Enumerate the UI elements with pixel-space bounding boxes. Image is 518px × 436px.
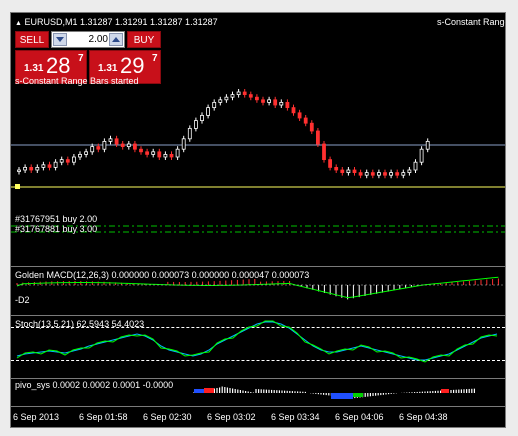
- candle-body: [53, 161, 58, 168]
- candle-body: [297, 112, 302, 119]
- candle-body: [108, 138, 113, 142]
- order-label-2: #31767881 buy 3.00: [15, 224, 98, 234]
- candle-body: [175, 148, 180, 158]
- candle-body: [90, 146, 95, 153]
- candle-body: [273, 99, 278, 106]
- candle-body: [193, 120, 198, 129]
- candle-body: [169, 153, 174, 158]
- candle-body: [309, 122, 314, 132]
- candle-body: [413, 161, 418, 171]
- pivot-green-block: [353, 393, 363, 397]
- mt4-window: ▲ EURUSD,M1 1.31287 1.31291 1.31287 1.31…: [0, 0, 518, 436]
- macd-histogram: [16, 276, 505, 300]
- time-label-3: 6 Sep 03:02: [207, 412, 256, 422]
- candle-body: [35, 166, 40, 171]
- candle-body: [291, 107, 296, 114]
- candle-body: [340, 169, 345, 173]
- stoch-main-line: [16, 321, 498, 361]
- candle-body: [279, 102, 284, 106]
- candle-body: [315, 130, 320, 145]
- candle-body: [358, 172, 363, 176]
- candle-body: [328, 159, 333, 168]
- candle-body: [242, 91, 247, 95]
- candle-body: [218, 99, 223, 103]
- candle-body: [151, 151, 156, 155]
- candle-body: [395, 172, 400, 176]
- candle-body: [187, 128, 192, 140]
- candle-body: [59, 159, 64, 163]
- candle-body: [139, 148, 143, 153]
- time-label-0: 6 Sep 2013: [13, 412, 60, 422]
- candle-body: [224, 96, 229, 101]
- candle-body: [145, 151, 150, 155]
- candle-body: [126, 143, 131, 147]
- candle-body: [23, 166, 28, 171]
- candle-body: [84, 151, 88, 155]
- time-axis: 6 Sep 2013 6 Sep 01:58 6 Sep 02:30 6 Sep…: [11, 406, 505, 427]
- candle-body: [212, 102, 217, 109]
- candle-body: [383, 172, 387, 176]
- candle-body: [334, 166, 339, 171]
- time-label-6: 6 Sep 04:38: [399, 412, 448, 422]
- candle-body: [419, 148, 424, 163]
- candle-body: [29, 166, 34, 171]
- candle-body: [230, 94, 235, 98]
- candle-body: [285, 102, 290, 109]
- candle-body: [17, 169, 21, 172]
- candle-body: [346, 169, 351, 173]
- candle-body: [407, 169, 412, 173]
- time-label-1: 6 Sep 01:58: [79, 412, 128, 422]
- candle-body: [163, 153, 168, 158]
- candle-body: [120, 143, 125, 147]
- candle-body: [254, 96, 259, 101]
- macd-pane[interactable]: Golden MACD(12,26,3) 0.000000 0.000073 0…: [11, 266, 505, 315]
- macd-signal-line: [16, 276, 499, 299]
- pivot-histogram: [193, 386, 475, 399]
- candle-body: [248, 94, 253, 98]
- candle-body: [425, 140, 430, 150]
- stoch-lines: [16, 320, 498, 363]
- candle-body: [133, 143, 137, 150]
- pivot-blue-block: [331, 393, 353, 399]
- stoch-signal-line: [16, 320, 498, 363]
- candle-body: [322, 143, 326, 160]
- candle-body: [206, 107, 211, 116]
- candle-body: [47, 164, 52, 168]
- candle-body: [72, 156, 76, 163]
- stoch-pane[interactable]: Stoch(13,5,21) 62.5943 54.4023: [11, 315, 505, 378]
- candle-body: [157, 151, 162, 158]
- candle-body: [389, 172, 394, 176]
- candle-body: [65, 159, 70, 163]
- candle-body: [102, 140, 107, 150]
- time-label-4: 6 Sep 03:34: [271, 412, 320, 422]
- candle-body: [303, 117, 308, 124]
- candle-body: [370, 172, 375, 176]
- candle-body: [376, 172, 381, 176]
- candle-body: [401, 172, 406, 176]
- candle-body: [261, 99, 265, 103]
- price-pane[interactable]: ▲ EURUSD,M1 1.31287 1.31291 1.31287 1.31…: [11, 13, 505, 265]
- candle-body: [200, 115, 204, 122]
- time-label-5: 6 Sep 04:06: [335, 412, 384, 422]
- candle-body: [181, 138, 186, 150]
- candle-body: [236, 91, 241, 95]
- candle-body: [41, 164, 46, 168]
- candle-body: [96, 146, 101, 150]
- pivot-blue-block: [194, 389, 204, 393]
- chart-window[interactable]: ▲ EURUSD,M1 1.31287 1.31291 1.31287 1.31…: [10, 12, 506, 428]
- pivot-red-block: [204, 388, 214, 393]
- candle-body: [352, 169, 357, 173]
- candle-body: [114, 138, 119, 145]
- order-label-1: #31767951 buy 2.00: [15, 214, 98, 224]
- pivot-pane[interactable]: pivo_sys 0.0002 0.0002 0.0001 -0.0000: [11, 378, 505, 407]
- pivot-red-block: [441, 389, 449, 393]
- candle-body: [364, 172, 369, 176]
- candle-body: [267, 99, 272, 103]
- yellow-level-marker: [15, 184, 20, 189]
- time-label-2: 6 Sep 02:30: [143, 412, 192, 422]
- candle-body: [78, 153, 82, 158]
